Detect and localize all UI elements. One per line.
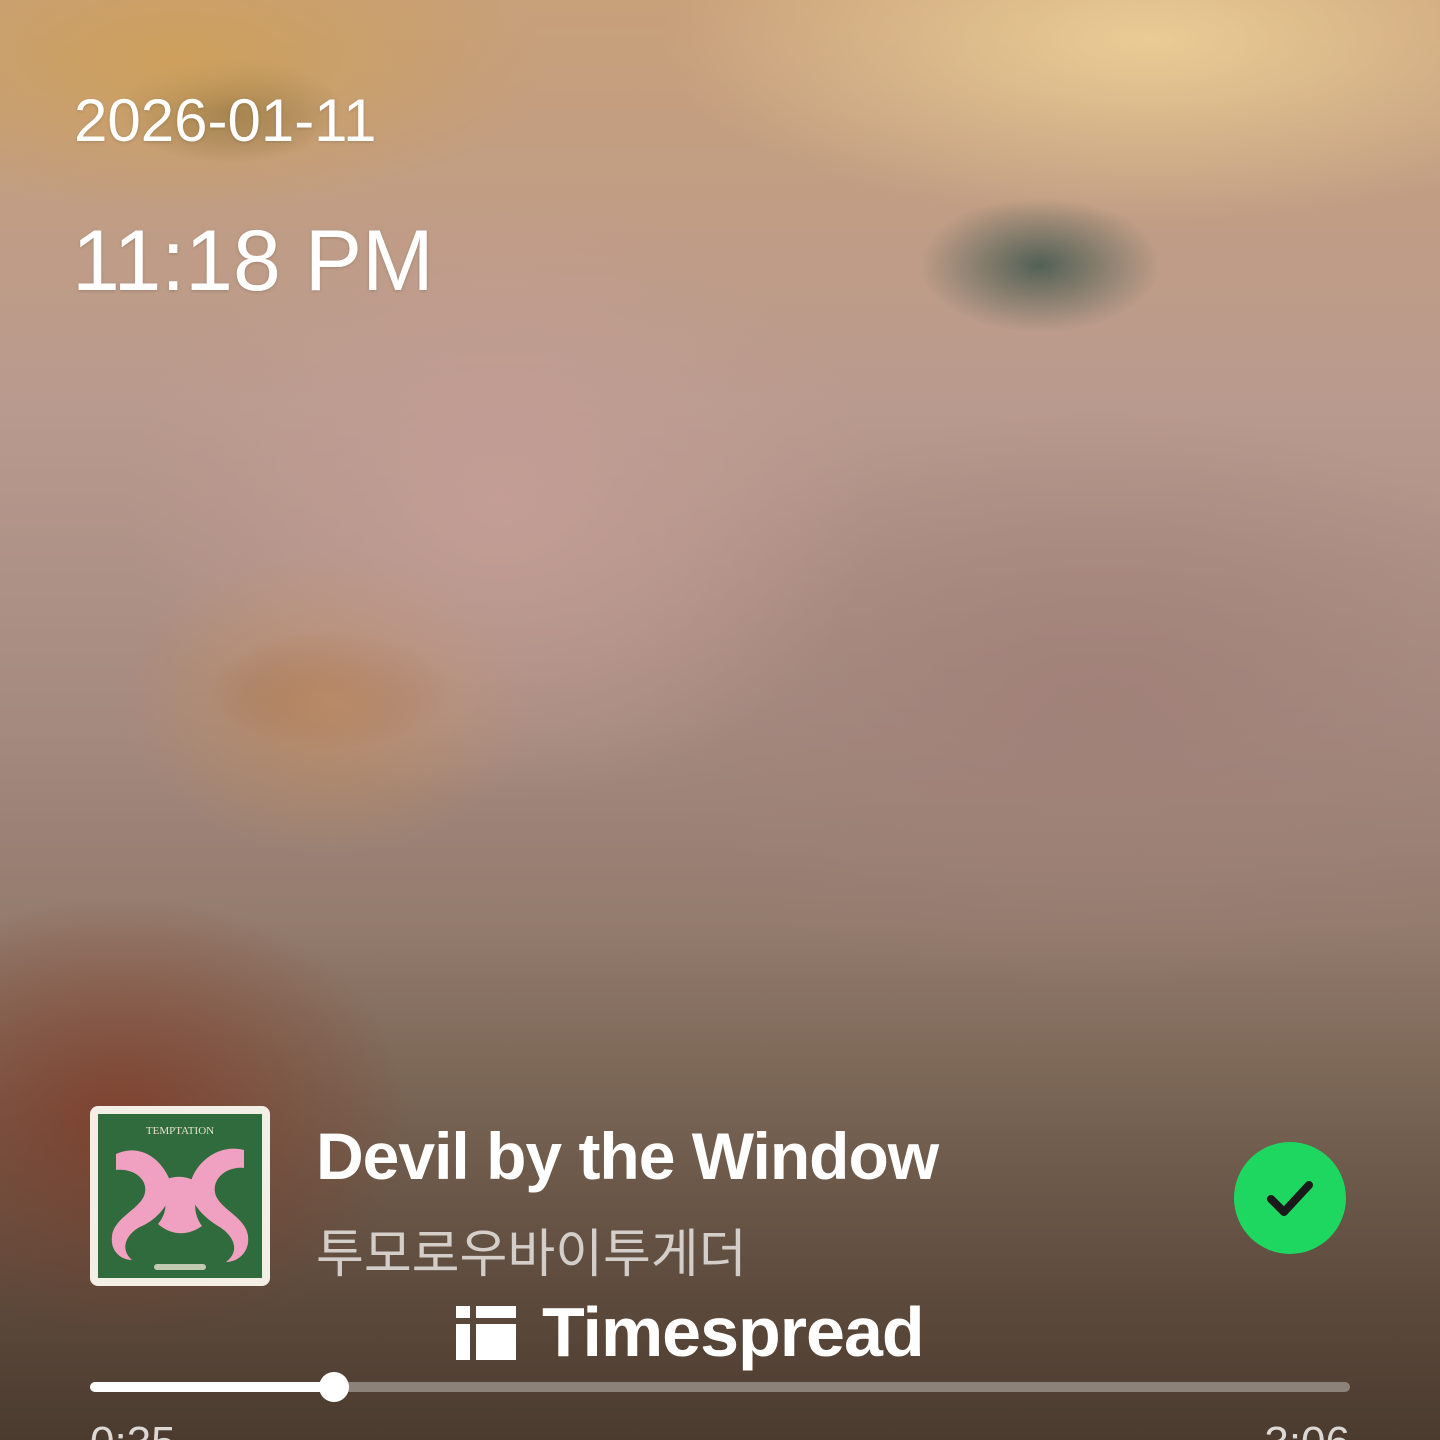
lockscreen: 2026-01-11 11:18 PM TEMPTATION Devil by … xyxy=(0,0,1440,1440)
brand-name: Timespread xyxy=(542,1293,925,1371)
track-title[interactable]: Devil by the Window xyxy=(316,1118,939,1194)
album-art-label: TEMPTATION xyxy=(146,1125,214,1137)
progress-fill xyxy=(90,1382,335,1392)
time-label: 11:18 PM xyxy=(72,213,434,309)
album-art-image: TEMPTATION xyxy=(98,1114,262,1278)
date-label: 2026-01-11 xyxy=(74,87,377,154)
timespread-logo-icon xyxy=(456,1306,516,1360)
elapsed-time: 0:35 xyxy=(90,1418,176,1440)
brand: Timespread xyxy=(456,1293,925,1371)
track-artist[interactable]: 투모로우바이투게더 xyxy=(316,1212,747,1287)
checkmark-icon xyxy=(1267,1181,1313,1216)
saved-to-library-button[interactable] xyxy=(1234,1142,1346,1254)
album-art[interactable]: TEMPTATION xyxy=(90,1106,270,1286)
playback-progress-bar[interactable] xyxy=(90,1372,1350,1402)
track-duration: 3:06 xyxy=(1264,1418,1350,1440)
